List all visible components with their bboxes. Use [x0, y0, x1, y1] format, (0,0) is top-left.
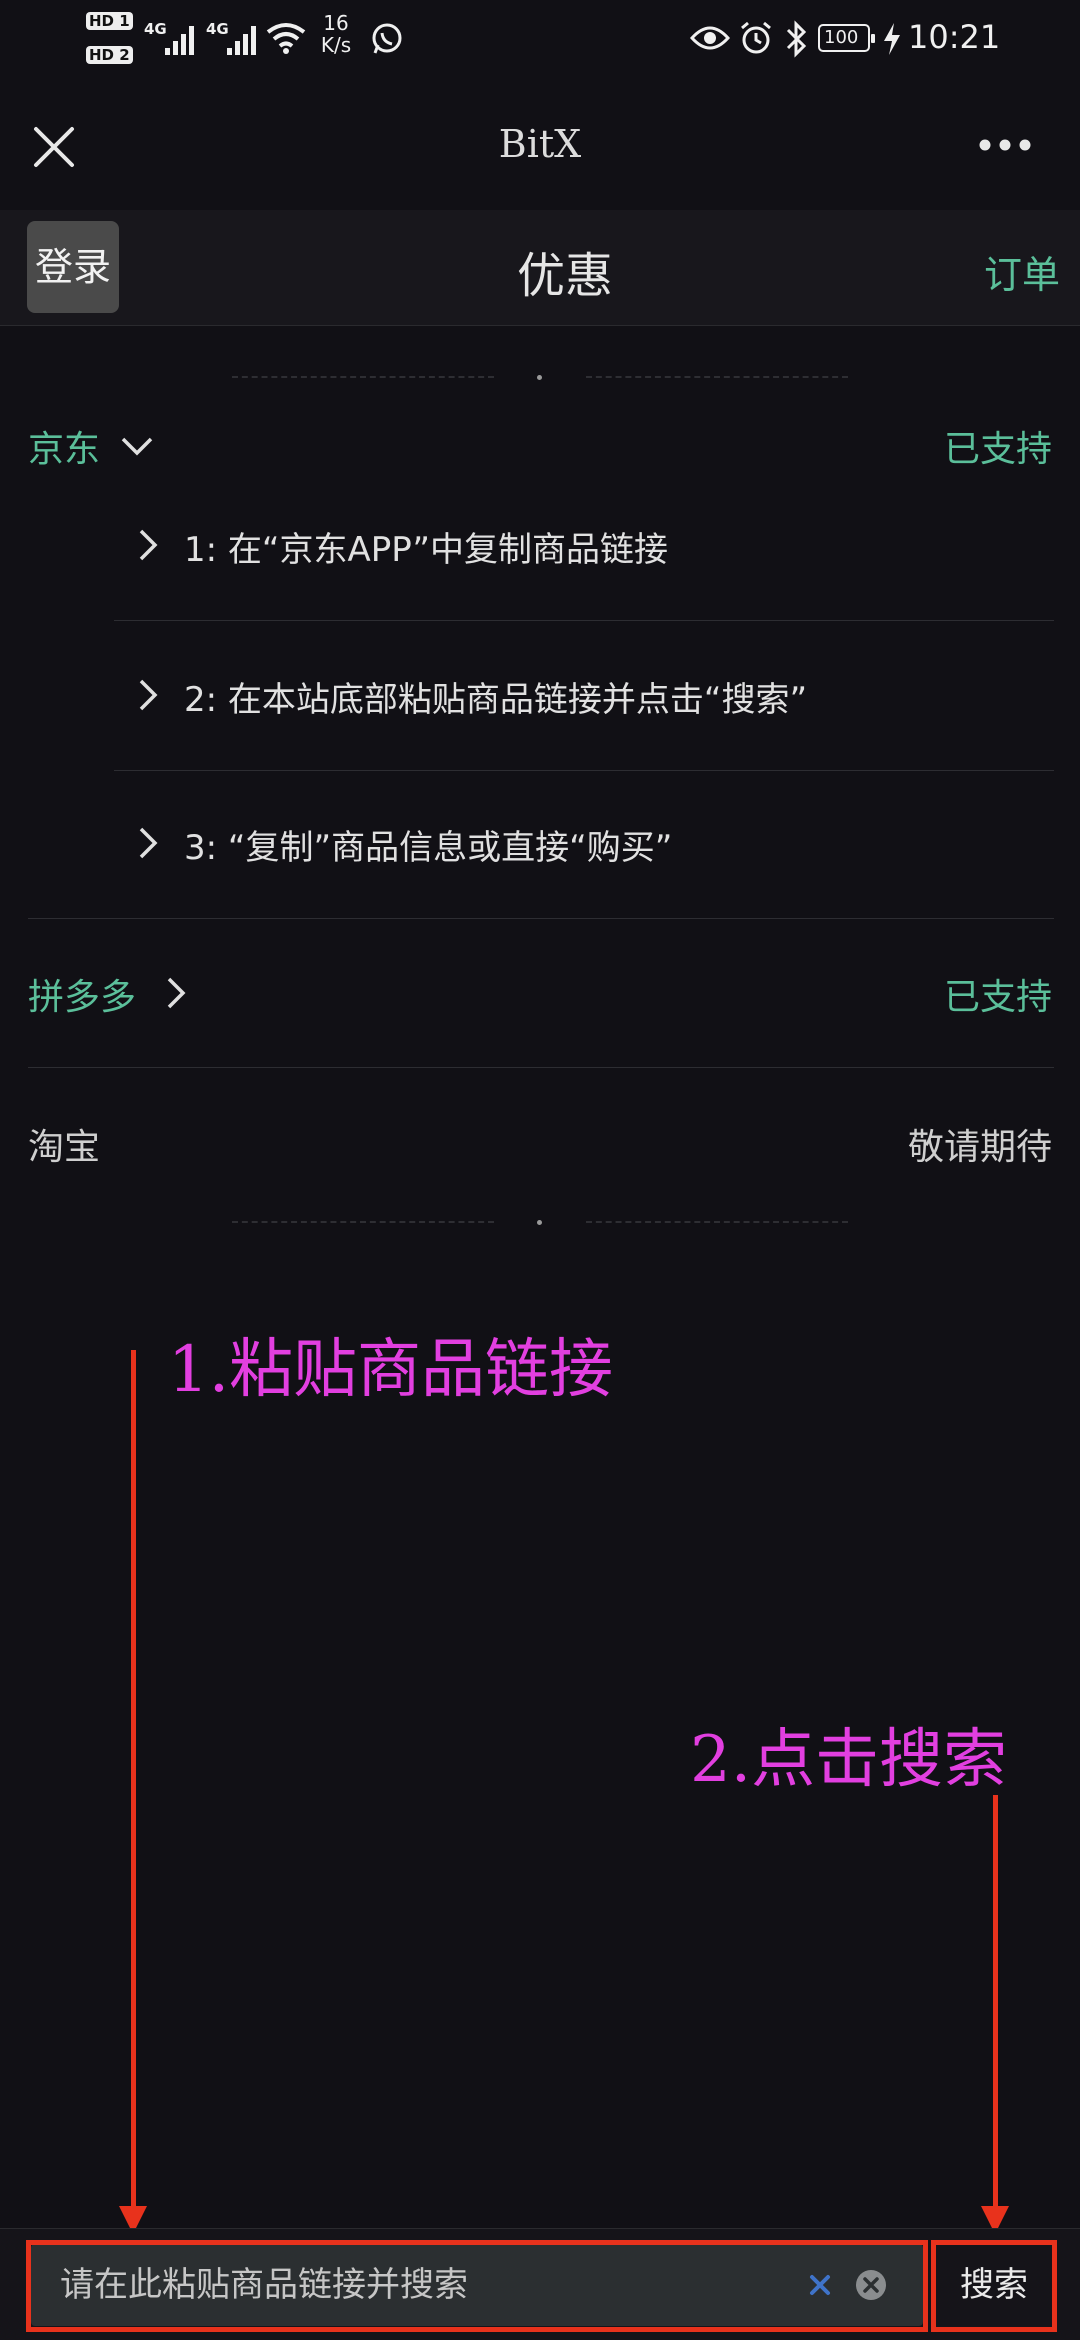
- bluetooth-icon: [786, 20, 807, 58]
- divider-left: [232, 1221, 494, 1223]
- section-separator: [28, 918, 1054, 919]
- step-separator: [114, 620, 1054, 621]
- highlight-search-button: [931, 2240, 1057, 2332]
- signal-1-icon: [165, 26, 194, 55]
- step-item[interactable]: 3: “复制”商品信息或直接“购买”: [114, 808, 1054, 878]
- net-speed: 16 K/s: [320, 11, 352, 57]
- annotation-step2: 2.点击搜索: [690, 1723, 1008, 1797]
- login-button[interactable]: 登录: [27, 221, 119, 313]
- eye-icon: [690, 26, 730, 50]
- platform-status: 敬请期待: [907, 1127, 1052, 1168]
- orders-link[interactable]: 订单: [960, 244, 1060, 299]
- divider-right: [586, 376, 848, 378]
- platform-status: 已支持: [943, 429, 1052, 470]
- step-text: 2: 在本站底部粘贴商品链接并点击“搜索”: [184, 680, 808, 720]
- section-separator: [28, 1067, 1054, 1068]
- close-icon[interactable]: [33, 126, 75, 168]
- clock: 10:21: [908, 18, 1001, 56]
- charging-icon: [884, 23, 900, 55]
- chat-app-icon: [372, 23, 402, 54]
- step-item[interactable]: 1: 在“京东APP”中复制商品链接: [114, 510, 1054, 580]
- wifi-icon: [266, 23, 306, 54]
- chevron-right-icon: [139, 679, 158, 711]
- divider-dot: [537, 1220, 542, 1225]
- page-title: 优惠: [516, 248, 613, 304]
- alarm-icon: [741, 21, 771, 54]
- divider-right: [586, 1221, 848, 1223]
- status-bar: HD 1 HD 2 4G 4G 16 K/s 100 10:21: [0, 0, 1080, 80]
- more-icon[interactable]: [978, 138, 1032, 152]
- platform-status: 已支持: [943, 977, 1052, 1018]
- step-text: 3: “复制”商品信息或直接“购买”: [184, 828, 673, 868]
- annotation-step1: 1.粘贴商品链接: [168, 1333, 614, 1407]
- step-text: 1: 在“京东APP”中复制商品链接: [184, 530, 669, 570]
- platform-name: 淘宝: [28, 1127, 101, 1168]
- divider-dot: [537, 375, 542, 380]
- chevron-down-icon: [121, 437, 153, 456]
- annotation-arrow-line: [131, 1350, 136, 2220]
- divider-left: [232, 376, 494, 378]
- highlight-search-input: [26, 2240, 928, 2332]
- chevron-right-icon: [139, 827, 158, 859]
- app-title: BitX: [498, 122, 582, 166]
- platform-name: 京东: [28, 429, 101, 470]
- battery-icon: 100: [818, 24, 875, 52]
- platform-row-pdd[interactable]: 拼多多 已支持: [0, 958, 1080, 1028]
- sim2-badge: HD 2: [86, 46, 134, 68]
- sim1-badge: HD 1: [86, 12, 134, 34]
- step-item[interactable]: 2: 在本站底部粘贴商品链接并点击“搜索”: [114, 660, 1054, 730]
- platform-row-taobao[interactable]: 淘宝 敬请期待: [0, 1108, 1080, 1178]
- platform-row-jd[interactable]: 京东 已支持: [0, 410, 1080, 480]
- chevron-right-icon: [167, 977, 186, 1009]
- step-separator: [114, 770, 1054, 771]
- platform-name: 拼多多: [28, 977, 137, 1018]
- signal-2-icon: [227, 26, 256, 55]
- chevron-right-icon: [139, 529, 158, 561]
- annotation-arrow-line: [993, 1795, 998, 2220]
